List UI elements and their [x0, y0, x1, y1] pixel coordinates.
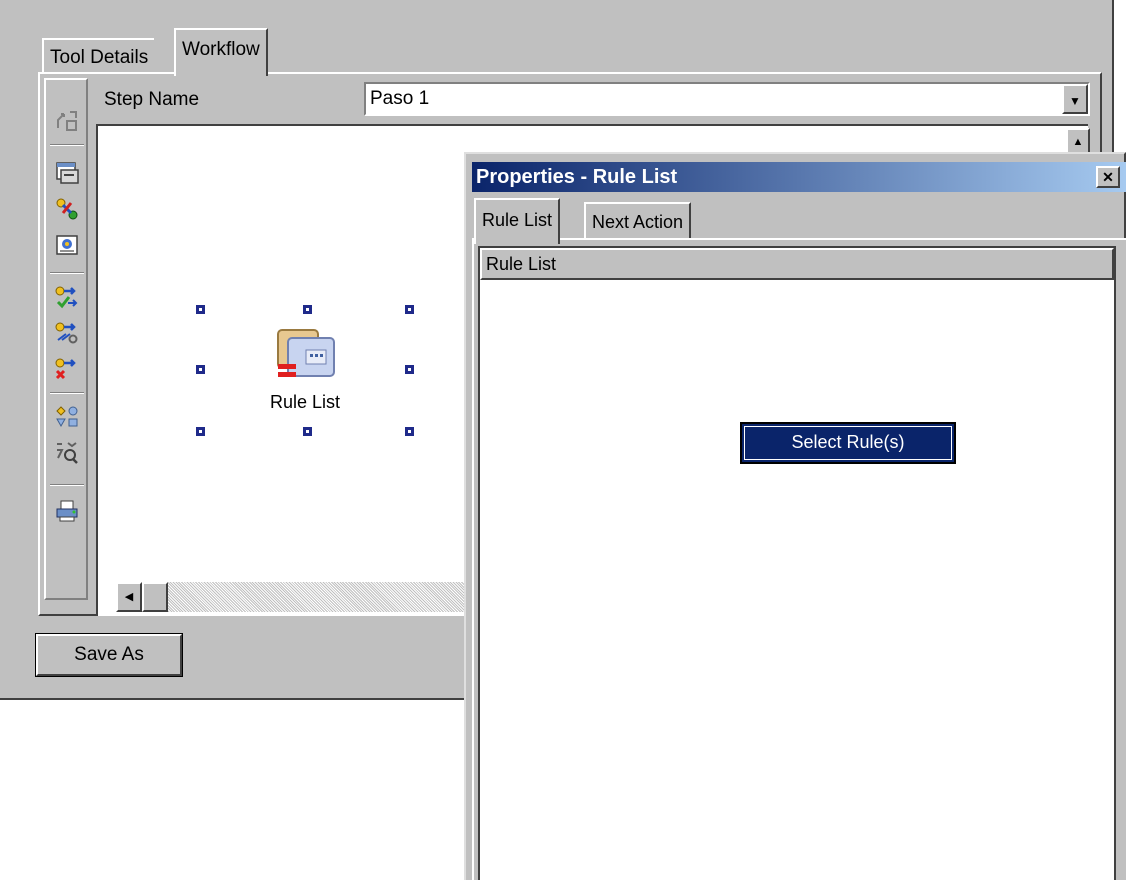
settings-route-icon[interactable] [54, 320, 80, 346]
selection-handle[interactable] [196, 365, 205, 374]
rule-list-header[interactable]: Rule List [480, 248, 1114, 280]
toolbar-separator [50, 484, 84, 486]
rule-list-node[interactable]: Rule List [250, 326, 360, 416]
check-route-icon[interactable] [54, 284, 80, 310]
close-button[interactable]: ✕ [1096, 166, 1120, 188]
chevron-down-icon: ▼ [1069, 94, 1081, 108]
selection-handle[interactable] [405, 305, 414, 314]
selection-handle[interactable] [196, 305, 205, 314]
properties-icon[interactable] [54, 232, 80, 258]
zoom-icon[interactable] [54, 440, 80, 466]
tab-tool-details[interactable]: Tool Details [42, 38, 155, 76]
selection-handle[interactable] [405, 427, 414, 436]
save-as-button[interactable]: Save As [35, 633, 183, 677]
toolbar-separator [50, 272, 84, 274]
tab-next-action[interactable]: Next Action [584, 202, 692, 240]
tab-next-action-label: Next Action [592, 212, 684, 232]
connect-icon[interactable] [54, 196, 80, 222]
step-name-dropdown-button[interactable]: ▼ [1062, 84, 1088, 114]
selection-handle[interactable] [405, 365, 414, 374]
select-rules-button[interactable]: Select Rule(s) [740, 422, 956, 464]
scroll-left-button[interactable]: ◀ [116, 582, 142, 612]
step-name-dropdown[interactable]: Paso 1 ▼ [364, 82, 1090, 116]
properties-title: Properties - Rule List [476, 166, 678, 188]
step-name-label: Step Name [104, 89, 200, 110]
scroll-thumb[interactable] [142, 582, 168, 612]
close-icon: ✕ [1102, 169, 1114, 185]
tab-tool-details-label: Tool Details [50, 47, 149, 68]
rule-list-icon [277, 329, 335, 377]
tab-rule-list[interactable]: Rule List [474, 198, 561, 244]
step-name-value: Paso 1 [370, 88, 430, 109]
tab-workflow-label: Workflow [182, 39, 260, 60]
window-icon[interactable] [54, 160, 80, 186]
rule-list-box[interactable]: Rule List [478, 246, 1116, 880]
toolbar-separator [50, 144, 84, 146]
delete-route-icon[interactable] [54, 356, 80, 382]
print-icon[interactable] [54, 498, 80, 524]
shapes-icon[interactable] [54, 404, 80, 430]
properties-titlebar[interactable]: Properties - Rule List [472, 162, 1126, 192]
tab-workflow[interactable]: Workflow [174, 28, 268, 76]
selection-handle[interactable] [303, 305, 312, 314]
workflow-icon[interactable] [54, 108, 80, 134]
rule-list-node-label: Rule List [269, 392, 341, 412]
selection-handle[interactable] [303, 427, 312, 436]
rule-list-header-label: Rule List [486, 254, 557, 274]
tab-rule-list-label: Rule List [482, 210, 553, 230]
workflow-toolbar [44, 78, 88, 600]
selection-handle[interactable] [196, 427, 205, 436]
toolbar-separator [50, 392, 84, 394]
horizontal-scrollbar[interactable]: ◀ [116, 582, 476, 612]
